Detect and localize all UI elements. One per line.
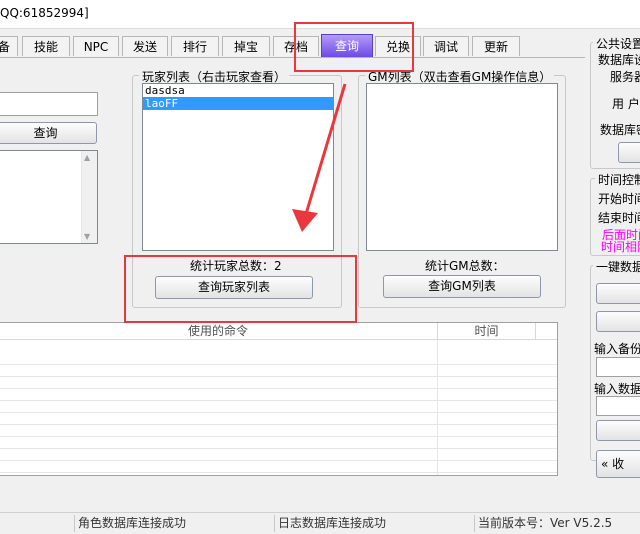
annotation-arrow-icon — [292, 83, 347, 232]
